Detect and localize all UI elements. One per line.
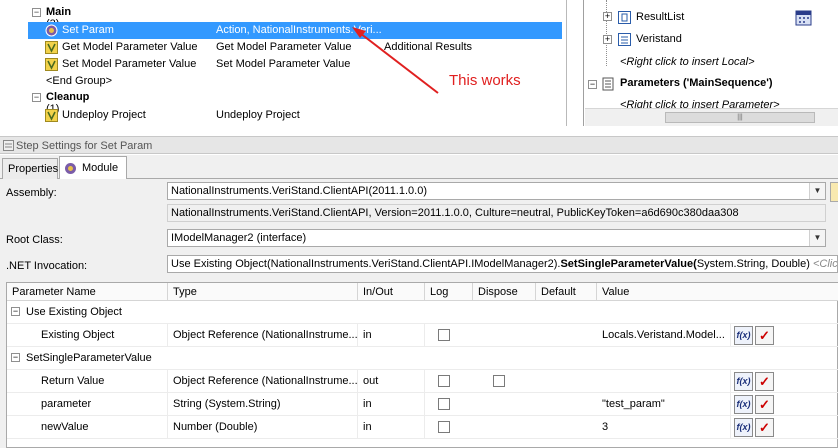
column-parameter-name[interactable]: Parameter Name: [7, 283, 168, 301]
param-type: Object Reference (NationalInstrume...: [168, 324, 358, 347]
variable-veristand[interactable]: Veristand: [636, 33, 682, 45]
check-expression-button[interactable]: ✓: [755, 418, 774, 437]
column-log[interactable]: Log: [425, 283, 473, 301]
param-type: String (System.String): [168, 393, 358, 416]
table-row[interactable]: parameter String (System.String) in "tes…: [7, 393, 838, 416]
assembly-full-name: NationalInstruments.VeriStand.ClientAPI,…: [167, 204, 826, 222]
grid-header: Parameter Name Type In/Out Log Dispose D…: [7, 283, 838, 301]
check-expression-button[interactable]: ✓: [755, 395, 774, 414]
param-in-out: in: [358, 324, 425, 347]
check-expression-button[interactable]: ✓: [755, 326, 774, 345]
collapse-icon[interactable]: −: [588, 80, 597, 89]
expand-icon[interactable]: +: [603, 12, 612, 21]
insert-local-hint[interactable]: <Right click to insert Local>: [620, 56, 755, 68]
expression-button[interactable]: f(x): [734, 395, 753, 414]
param-value[interactable]: "test_param": [597, 393, 731, 416]
param-in-out: in: [358, 416, 425, 439]
column-type[interactable]: Type: [168, 283, 358, 301]
section-setsingleparametervalue[interactable]: − SetSingleParameterValue: [7, 347, 838, 370]
container-icon: [618, 33, 631, 46]
param-value[interactable]: 3: [597, 416, 731, 439]
dispose-checkbox[interactable]: [493, 375, 505, 387]
column-value[interactable]: Value: [597, 283, 838, 301]
param-in-out: in: [358, 393, 425, 416]
param-value[interactable]: Locals.Veristand.Model...: [597, 324, 731, 347]
log-checkbox[interactable]: [438, 375, 450, 387]
scroll-thumb[interactable]: |||: [665, 112, 815, 123]
dotnet-invocation-label: .NET Invocation:: [6, 260, 88, 272]
check-expression-button[interactable]: ✓: [755, 372, 774, 391]
log-checkbox[interactable]: [438, 329, 450, 341]
param-name: Return Value: [7, 370, 168, 393]
step-settings-title: Step Settings for Set Param: [16, 140, 153, 152]
param-type: Number (Double): [168, 416, 358, 439]
settings-icon: [3, 140, 14, 151]
expression-button[interactable]: f(x): [734, 418, 753, 437]
dropdown-arrow-icon[interactable]: ▼: [809, 230, 825, 246]
param-name: parameter: [7, 393, 168, 416]
dotnet-invocation-field[interactable]: Use Existing Object(NationalInstruments.…: [167, 255, 838, 273]
log-checkbox[interactable]: [438, 398, 450, 410]
param-name: Existing Object: [7, 324, 168, 347]
column-in-out[interactable]: In/Out: [358, 283, 425, 301]
section-label: SetSingleParameterValue: [26, 352, 152, 364]
log-checkbox[interactable]: [438, 421, 450, 433]
tab-module[interactable]: Module: [59, 156, 127, 180]
column-dispose[interactable]: Dispose: [473, 283, 536, 301]
step-settings-titlebar: Step Settings for Set Param: [0, 136, 838, 154]
param-type: Object Reference (NationalInstrume...: [168, 370, 358, 393]
param-value[interactable]: [597, 370, 731, 393]
column-default[interactable]: Default: [536, 283, 597, 301]
collapse-icon[interactable]: −: [11, 307, 20, 316]
tab-properties[interactable]: Properties: [2, 158, 58, 179]
expand-icon[interactable]: +: [603, 35, 612, 44]
parameters-grid[interactable]: Parameter Name Type In/Out Log Dispose D…: [6, 282, 838, 448]
param-in-out: out: [358, 370, 425, 393]
assembly-label: Assembly:: [6, 187, 57, 199]
param-name: newValue: [7, 416, 168, 439]
dropdown-arrow-icon[interactable]: ▼: [809, 183, 825, 199]
table-row[interactable]: newValue Number (Double) in 3 f(x) ✓: [7, 416, 838, 439]
expression-button[interactable]: f(x): [734, 326, 753, 345]
table-row[interactable]: Return Value Object Reference (NationalI…: [7, 370, 838, 393]
section-label: Use Existing Object: [26, 306, 122, 318]
collapse-icon[interactable]: −: [11, 353, 20, 362]
variable-resultlist[interactable]: ResultList: [636, 11, 684, 23]
expression-button[interactable]: f(x): [734, 372, 753, 391]
array-icon: [618, 11, 631, 24]
table-row[interactable]: Existing Object Object Reference (Nation…: [7, 324, 838, 347]
calendar-icon[interactable]: [795, 9, 812, 26]
horizontal-scrollbar[interactable]: |||: [585, 108, 838, 126]
settings-tabs: Properties Module: [0, 155, 838, 180]
section-use-existing-object[interactable]: − Use Existing Object: [7, 301, 838, 324]
dotnet-module-icon: [65, 163, 76, 174]
parameters-label: Parameters ('MainSequence'): [620, 77, 773, 89]
root-class-label: Root Class:: [6, 234, 63, 246]
parameters-icon: [602, 77, 614, 91]
root-class-select[interactable]: IModelManager2 (interface) ▼: [167, 229, 826, 247]
assembly-select[interactable]: NationalInstruments.VeriStand.ClientAPI(…: [167, 182, 826, 200]
browse-button[interactable]: [830, 182, 838, 202]
